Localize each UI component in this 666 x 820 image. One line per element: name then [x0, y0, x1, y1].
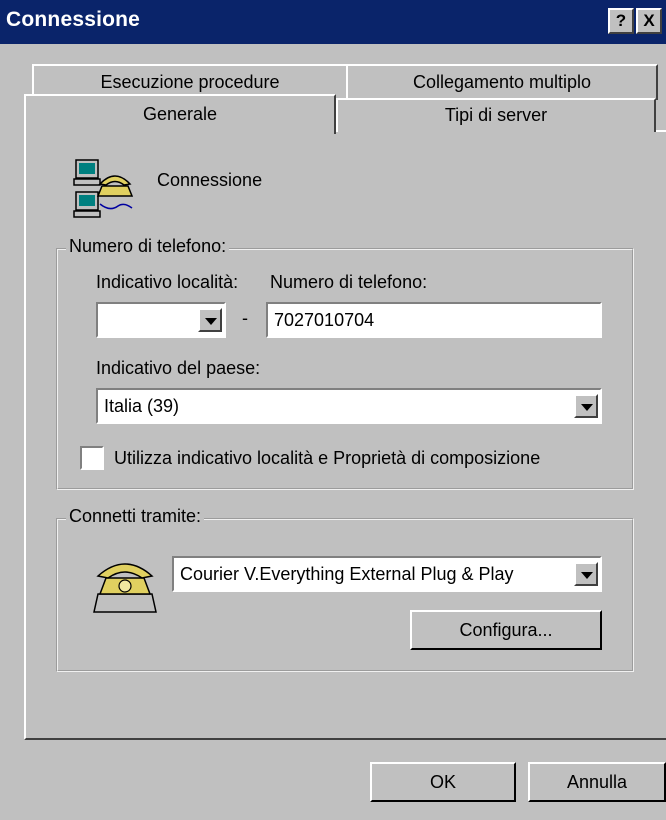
tab-label: Esecuzione procedure: [100, 72, 280, 92]
modem-phone-icon: [93, 563, 157, 613]
use-area-code-label: Utilizza indicativo località e Proprietà…: [114, 448, 541, 468]
tab-generale[interactable]: Generale: [24, 94, 336, 134]
cancel-button[interactable]: Annulla: [528, 762, 666, 802]
country-code-select[interactable]: Italia (39): [96, 388, 602, 424]
connection-icon: [73, 159, 134, 218]
chevron-down-icon[interactable]: [574, 562, 598, 586]
country-code-value: Italia (39): [104, 396, 180, 416]
phone-number-label: Numero di telefono:: [270, 272, 428, 292]
window-title: Connessione: [6, 8, 141, 31]
area-code-separator: -: [242, 308, 248, 328]
configure-button[interactable]: Configura...: [410, 610, 602, 650]
chevron-down-icon[interactable]: [574, 394, 598, 418]
tab-collegamento-multiplo[interactable]: Collegamento multiplo: [346, 64, 658, 100]
tab-label: Tipi di server: [444, 105, 548, 125]
area-code-label: Indicativo località:: [96, 272, 239, 292]
help-button[interactable]: ?: [608, 8, 634, 34]
country-code-label: Indicativo del paese:: [96, 358, 261, 378]
connection-name: Connessione: [157, 170, 263, 190]
area-code-select[interactable]: [96, 302, 226, 338]
tab-label: Generale: [142, 104, 218, 124]
tab-tipi-di-server[interactable]: Tipi di server: [336, 98, 656, 132]
ok-button[interactable]: OK: [370, 762, 516, 802]
title-bar[interactable]: Connessione ? X: [0, 0, 666, 44]
use-area-code-checkbox[interactable]: [80, 446, 104, 470]
phone-number-input[interactable]: 7027010704: [266, 302, 602, 338]
dialog-window: Connessione ? X Esecuzione procedure Col…: [0, 0, 666, 820]
modem-value: Courier V.Everything External Plug & Pla…: [180, 564, 514, 584]
chevron-down-icon[interactable]: [198, 308, 222, 332]
close-button[interactable]: X: [636, 8, 662, 34]
phone-group-title: Numero di telefono:: [66, 236, 230, 257]
tab-label: Collegamento multiplo: [412, 72, 592, 92]
phone-number-value: 7027010704: [274, 310, 375, 330]
connect-group-title: Connetti tramite:: [66, 506, 205, 527]
modem-select[interactable]: Courier V.Everything External Plug & Pla…: [172, 556, 602, 592]
